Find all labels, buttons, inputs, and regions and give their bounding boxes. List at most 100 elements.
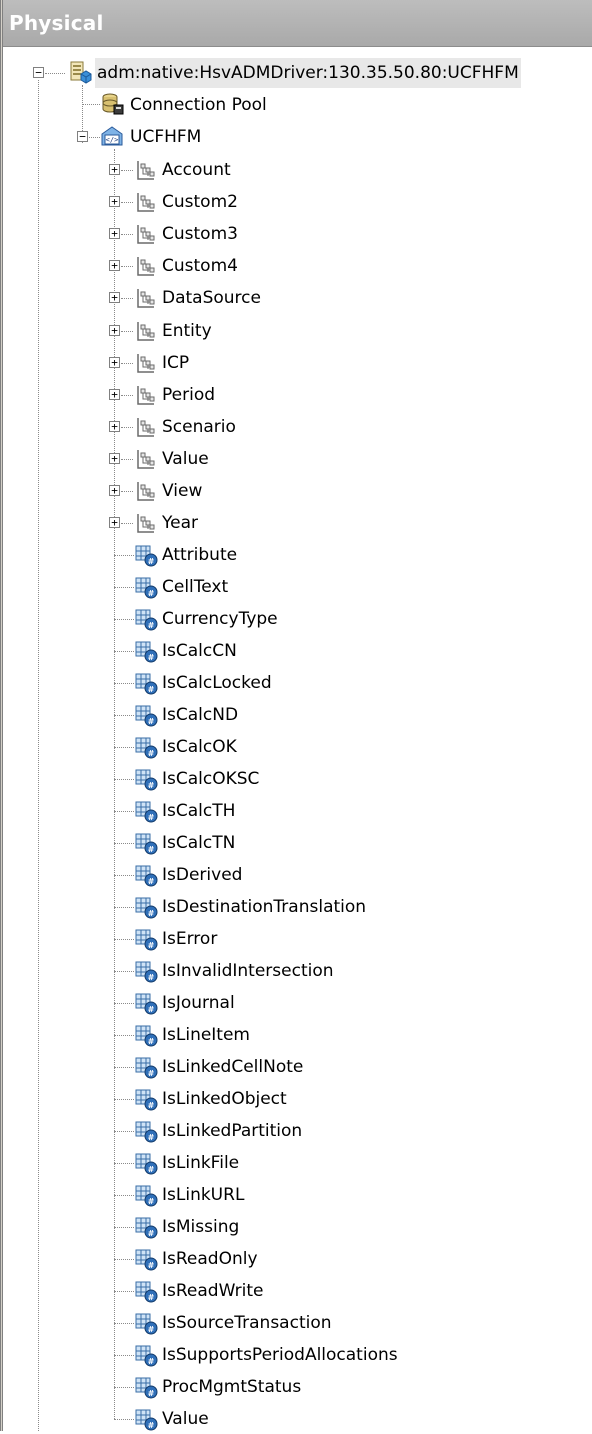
dimension-expand-toggle[interactable]: +: [109, 388, 120, 400]
dimension-label[interactable]: Year: [160, 508, 200, 538]
physical-tree: − adm:native:HsvADMDriver:130.35.50.80:U…: [0, 0, 592, 1431]
tree-connector: [114, 683, 134, 685]
dimension-expand-toggle[interactable]: +: [109, 356, 120, 368]
svg-text:#: #: [148, 845, 155, 854]
measure-column-label[interactable]: IsDerived: [160, 860, 244, 890]
tree-connector: [114, 811, 134, 813]
tree-connector: [114, 555, 134, 557]
dimension-label[interactable]: Period: [160, 380, 217, 410]
measure-column-icon: #: [134, 959, 158, 983]
svg-text:#: #: [148, 1037, 155, 1046]
tree-connector: [114, 1003, 134, 1005]
tree-connector: [114, 1067, 134, 1069]
tree-connector: [114, 1291, 134, 1293]
tree-connector: [114, 747, 134, 749]
dimension-expand-toggle[interactable]: +: [109, 260, 120, 272]
svg-text:#: #: [148, 717, 155, 726]
measure-column-label[interactable]: IsLineItem: [160, 1020, 252, 1050]
tree-connector: [121, 266, 133, 268]
measure-column-label[interactable]: IsJournal: [160, 988, 237, 1018]
measure-column-label[interactable]: IsCalcOK: [160, 732, 239, 762]
tree-connector: [121, 458, 133, 460]
dimension-expand-toggle[interactable]: +: [109, 164, 120, 175]
dimension-expand-toggle[interactable]: +: [109, 228, 120, 240]
dimension-expand-toggle[interactable]: +: [109, 517, 120, 529]
dimension-label[interactable]: Custom3: [160, 219, 240, 249]
catalog-node-label[interactable]: UCFHFM: [128, 122, 203, 152]
tree-connector: [121, 234, 133, 236]
svg-text:#: #: [148, 1357, 155, 1366]
tree-connector: [114, 715, 134, 717]
measure-column-label[interactable]: IsReadWrite: [160, 1276, 265, 1306]
measure-column-label[interactable]: IsError: [160, 924, 219, 954]
measure-column-icon: #: [134, 895, 158, 919]
dimension-expand-toggle[interactable]: +: [109, 452, 120, 464]
measure-column-label[interactable]: IsCalcTH: [160, 796, 237, 826]
dimension-label[interactable]: View: [160, 476, 204, 506]
svg-text:#: #: [148, 973, 155, 982]
measure-column-label[interactable]: CellText: [160, 572, 230, 602]
connection-pool-icon: [100, 92, 124, 116]
dimension-hierarchy-icon: [134, 319, 158, 343]
measure-column-icon: #: [134, 1055, 158, 1079]
dimension-expand-toggle[interactable]: +: [109, 420, 120, 432]
measure-column-label[interactable]: IsLinkedPartition: [160, 1116, 304, 1146]
tree-connector: [114, 1259, 134, 1261]
tree-connector: [114, 1099, 134, 1101]
connection-pool-label[interactable]: Connection Pool: [128, 90, 269, 120]
measure-column-label[interactable]: IsSourceTransaction: [160, 1308, 334, 1338]
measure-column-label[interactable]: IsLinkURL: [160, 1180, 246, 1210]
measure-column-label[interactable]: IsReadOnly: [160, 1244, 260, 1274]
svg-text:#: #: [148, 621, 155, 630]
dimension-expand-toggle[interactable]: +: [109, 292, 120, 304]
measure-column-label[interactable]: IsCalcTN: [160, 828, 237, 858]
measure-column-label[interactable]: ProcMgmtStatus: [160, 1372, 303, 1402]
measure-column-label[interactable]: Attribute: [160, 540, 239, 570]
tree-connector: [121, 170, 133, 171]
dimension-expand-toggle[interactable]: +: [109, 324, 120, 336]
measure-column-label[interactable]: CurrencyType: [160, 604, 280, 634]
dimension-hierarchy-icon: [134, 479, 158, 503]
measure-column-label[interactable]: IsCalcLocked: [160, 668, 274, 698]
dimension-label[interactable]: Entity: [160, 316, 214, 346]
measure-column-label[interactable]: IsInvalidIntersection: [160, 956, 336, 986]
svg-text:#: #: [148, 813, 155, 822]
measure-column-label[interactable]: IsLinkedCellNote: [160, 1052, 305, 1082]
tree-connector: [121, 202, 133, 204]
tree-connector: [121, 394, 133, 396]
dimension-expand-toggle[interactable]: +: [109, 196, 120, 208]
dimension-label[interactable]: Account: [160, 155, 233, 185]
svg-text:#: #: [148, 909, 155, 918]
dimension-label[interactable]: Value: [160, 444, 211, 474]
measure-column-label[interactable]: IsDestinationTranslation: [160, 892, 368, 922]
dimension-hierarchy-icon: [134, 222, 158, 246]
dimension-label[interactable]: DataSource: [160, 283, 263, 313]
measure-column-label[interactable]: IsLinkFile: [160, 1148, 241, 1178]
measure-column-label[interactable]: IsCalcND: [160, 700, 240, 730]
dimension-hierarchy-icon: [134, 447, 158, 471]
measure-column-icon: #: [134, 1087, 158, 1111]
measure-column-label[interactable]: IsMissing: [160, 1212, 241, 1242]
measure-column-label[interactable]: Value: [160, 1404, 211, 1434]
tree-connector: [114, 971, 134, 973]
database-collapse-toggle[interactable]: −: [33, 67, 44, 78]
measure-column-icon: #: [134, 863, 158, 887]
tree-connector: [121, 330, 133, 332]
dimension-label[interactable]: Scenario: [160, 412, 238, 442]
measure-column-label[interactable]: IsCalcOKSC: [160, 764, 261, 794]
measure-column-label[interactable]: IsLinkedObject: [160, 1084, 289, 1114]
dimension-label[interactable]: Custom2: [160, 187, 240, 217]
dimension-expand-toggle[interactable]: +: [109, 485, 120, 496]
dimension-label[interactable]: Custom4: [160, 251, 240, 281]
dimension-hierarchy-icon: [134, 415, 158, 439]
tree-connector: [114, 1195, 134, 1197]
measure-column-label[interactable]: IsSupportsPeriodAllocations: [160, 1340, 400, 1370]
tree-connector: [38, 80, 39, 1431]
measure-column-icon: #: [134, 1279, 158, 1303]
dimension-label[interactable]: ICP: [160, 348, 191, 378]
catalog-collapse-toggle[interactable]: −: [77, 131, 88, 142]
tree-connector: [121, 523, 133, 525]
database-node-label[interactable]: adm:native:HsvADMDriver:130.35.50.80:UCF…: [95, 58, 521, 88]
svg-text:#: #: [148, 1197, 155, 1206]
measure-column-label[interactable]: IsCalcCN: [160, 636, 239, 666]
